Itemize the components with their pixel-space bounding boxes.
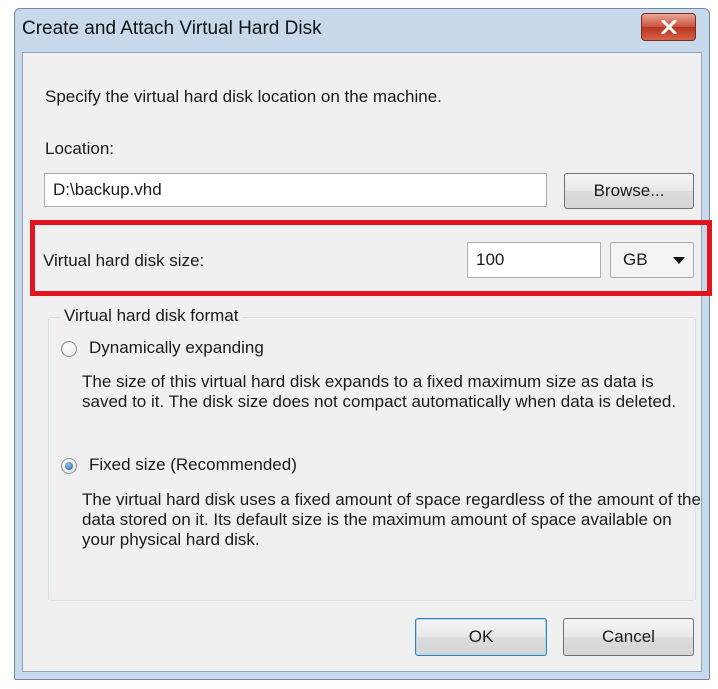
fixed-option-label[interactable]: Fixed size (Recommended) — [89, 455, 297, 475]
browse-button-label: Browse... — [593, 181, 665, 200]
ok-button-label: OK — [468, 627, 494, 646]
cancel-button-label: Cancel — [602, 627, 655, 646]
fixed-option-description: The virtual hard disk uses a fixed amoun… — [82, 490, 701, 549]
format-group-label: Virtual hard disk format — [60, 306, 243, 326]
instruction-text: Specify the virtual hard disk location o… — [45, 87, 442, 106]
size-unit-select[interactable]: GB — [610, 242, 694, 278]
location-value: D:\backup.vhd — [53, 180, 162, 199]
ok-button[interactable]: OK — [415, 618, 547, 656]
location-label: Location: — [45, 139, 114, 158]
radio-selected-icon — [65, 462, 73, 470]
location-input[interactable]: D:\backup.vhd — [44, 173, 547, 207]
close-button[interactable] — [641, 13, 696, 41]
fixed-radio[interactable] — [61, 458, 77, 474]
close-icon — [661, 20, 677, 34]
dynamic-option-label[interactable]: Dynamically expanding — [89, 338, 264, 358]
dynamic-radio[interactable] — [61, 341, 77, 357]
size-unit-value: GB — [623, 250, 648, 269]
size-label: Virtual hard disk size: — [43, 251, 205, 270]
browse-button[interactable]: Browse... — [564, 173, 694, 209]
size-value: 100 — [476, 250, 505, 269]
window-title: Create and Attach Virtual Hard Disk — [22, 18, 322, 39]
cancel-button[interactable]: Cancel — [563, 618, 694, 656]
dynamic-option-description: The size of this virtual hard disk expan… — [82, 372, 677, 411]
size-input[interactable]: 100 — [467, 242, 601, 278]
chevron-down-icon — [673, 257, 685, 264]
